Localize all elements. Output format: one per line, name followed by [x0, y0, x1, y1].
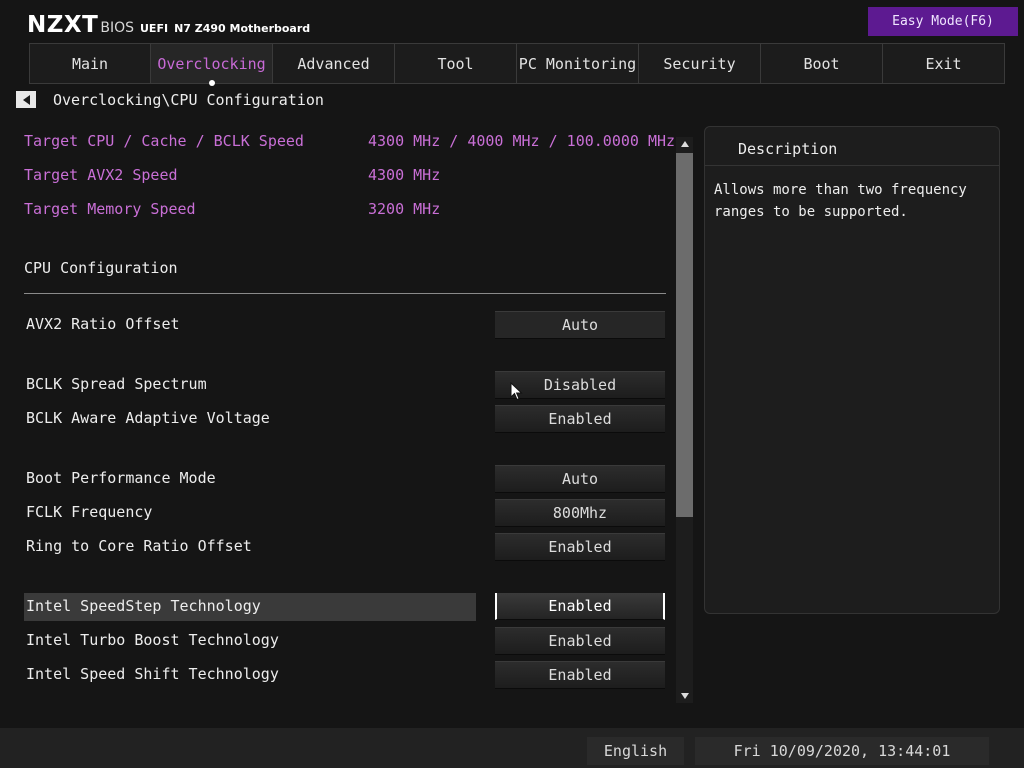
setting-value-intel-speedstep[interactable]: Enabled: [495, 593, 665, 620]
back-button[interactable]: [16, 91, 36, 108]
tab-tool[interactable]: Tool: [395, 43, 517, 84]
arrow-down-icon: [680, 693, 689, 699]
setting-value-avx2-ratio-offset[interactable]: Auto: [495, 311, 665, 339]
setting-label-ring-to-core-ratio-offset[interactable]: Ring to Core Ratio Offset: [26, 537, 252, 555]
tab-overclocking[interactable]: Overclocking: [151, 43, 273, 86]
setting-value-intel-speed-shift[interactable]: Enabled: [495, 661, 665, 689]
section-title: CPU Configuration: [24, 259, 178, 277]
setting-value-fclk-frequency[interactable]: 800Mhz: [495, 499, 665, 527]
datetime-display: Fri 10/09/2020, 13:44:01: [695, 737, 989, 765]
setting-label-avx2-ratio-offset[interactable]: AVX2 Ratio Offset: [26, 315, 180, 333]
active-tab-indicator: [209, 80, 215, 86]
target-memory-value: 3200 MHz: [368, 200, 441, 218]
scrollbar-thumb[interactable]: [676, 153, 693, 517]
description-text: Allows more than two frequency ranges to…: [714, 182, 967, 220]
board-name: N7 Z490 Motherboard: [174, 22, 311, 35]
tab-main[interactable]: Main: [29, 43, 151, 84]
setting-value-ring-to-core-ratio-offset[interactable]: Enabled: [495, 533, 665, 561]
arrow-up-icon: [680, 141, 689, 147]
bios-label: BIOS: [100, 20, 134, 36]
setting-label-fclk-frequency[interactable]: FCLK Frequency: [26, 503, 152, 521]
main-tabs: Main Overclocking Advanced Tool PC Monit…: [29, 43, 1005, 86]
target-memory-label: Target Memory Speed: [24, 200, 196, 218]
scroll-up-button[interactable]: [676, 137, 693, 151]
mouse-cursor-icon: [510, 382, 523, 401]
target-avx2-label: Target AVX2 Speed: [24, 166, 178, 184]
back-arrow-icon: [22, 94, 30, 105]
tab-advanced[interactable]: Advanced: [273, 43, 395, 84]
setting-value-bclk-aware-adaptive-voltage[interactable]: Enabled: [495, 405, 665, 433]
nzxt-logo: NZXT: [27, 12, 99, 38]
setting-label-intel-turbo-boost[interactable]: Intel Turbo Boost Technology: [26, 631, 279, 649]
section-divider: [24, 293, 666, 294]
breadcrumb: Overclocking\CPU Configuration: [53, 91, 324, 109]
setting-label-intel-speedstep[interactable]: Intel SpeedStep Technology: [26, 597, 261, 615]
easy-mode-button[interactable]: Easy Mode(F6): [868, 7, 1018, 36]
tab-boot[interactable]: Boot: [761, 43, 883, 84]
brand-logo-area: NZXT BIOS UEFI N7 Z490 Motherboard: [27, 12, 310, 40]
language-button[interactable]: English: [587, 737, 684, 765]
description-title: Description: [738, 140, 838, 158]
setting-label-bclk-spread-spectrum[interactable]: BCLK Spread Spectrum: [26, 375, 207, 393]
setting-label-boot-performance-mode[interactable]: Boot Performance Mode: [26, 469, 216, 487]
setting-label-intel-speed-shift[interactable]: Intel Speed Shift Technology: [26, 665, 279, 683]
scroll-down-button[interactable]: [676, 689, 693, 703]
setting-value-boot-performance-mode[interactable]: Auto: [495, 465, 665, 493]
setting-label-bclk-aware-adaptive-voltage[interactable]: BCLK Aware Adaptive Voltage: [26, 409, 270, 427]
setting-value-intel-turbo-boost[interactable]: Enabled: [495, 627, 665, 655]
target-cpu-label: Target CPU / Cache / BCLK Speed: [24, 132, 304, 150]
target-cpu-value: 4300 MHz / 4000 MHz / 100.0000 MHz: [368, 132, 676, 150]
tab-exit[interactable]: Exit: [883, 43, 1005, 84]
target-avx2-value: 4300 MHz: [368, 166, 441, 184]
tab-security[interactable]: Security: [639, 43, 761, 84]
tab-overclocking-label: Overclocking: [157, 54, 266, 73]
tab-pc-monitoring[interactable]: PC Monitoring: [517, 43, 639, 84]
uefi-label: UEFI: [140, 22, 169, 35]
